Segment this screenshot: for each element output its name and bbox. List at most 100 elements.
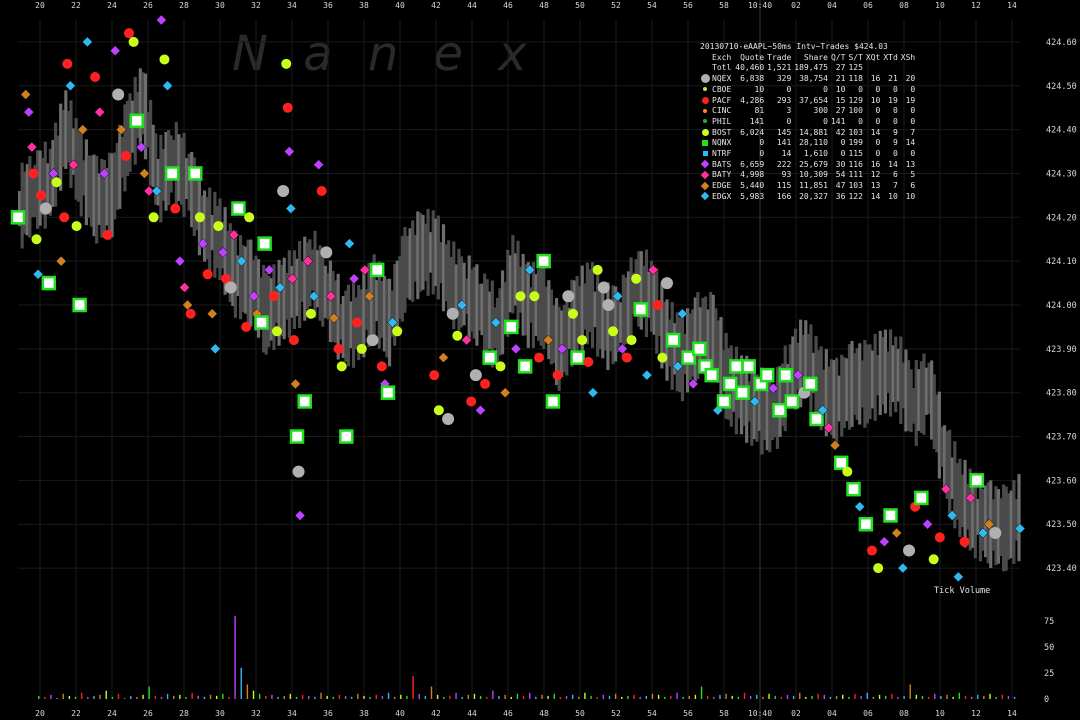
volume-bar (228, 696, 230, 699)
trade-marker-nqnx (969, 473, 985, 488)
volume-bar (731, 695, 733, 699)
legend-cell-exch: PACF (712, 95, 732, 105)
legend-column-header: Quote (740, 52, 765, 62)
x-tick-label-bottom: 32 (251, 709, 261, 718)
legend-cell-xsh: 13 (905, 159, 916, 169)
x-tick-label-top: 10:40 (748, 1, 772, 10)
legend-cell-exch: BOST (712, 127, 732, 137)
legend-cell-exch: BATY (712, 170, 732, 180)
legend-marker (700, 74, 712, 85)
volume-bar (326, 695, 328, 699)
volume-bar (756, 694, 758, 699)
legend-row-phil: PHIL 141 0 0 141 0 0 0 0 (700, 117, 918, 128)
legend-cell-quote: 4,998 (740, 170, 765, 180)
volume-bar (792, 695, 795, 699)
trade-marker-edge (20, 89, 32, 100)
volume-bar (590, 695, 592, 699)
volume-bar (271, 694, 273, 699)
trade-marker-bost (71, 221, 82, 232)
trade-marker-pacf (316, 186, 327, 196)
legend-table: Exch Quote Trade Share Q/T S/T XQt XTd XSh Totl 4… (700, 53, 918, 203)
trade-marker-bats (878, 536, 890, 548)
volume-bar (805, 696, 807, 699)
x-tick-label-top: 48 (539, 1, 549, 10)
trade-marker-pacf (376, 361, 387, 372)
trade-marker-bost (608, 326, 619, 337)
volume-bar (1001, 694, 1003, 699)
legend-marker-dot-icon (703, 87, 707, 92)
trade-marker-nqnx (784, 394, 800, 409)
trade-marker-nqex (39, 202, 52, 215)
legend-row-edge: EDGE 5,440 115 11,851 47 103 13 7 6 (700, 181, 918, 192)
legend-marker-diamond-icon (700, 192, 710, 201)
trade-marker-pacf (621, 352, 632, 363)
trade-marker-nqnx (722, 376, 738, 392)
volume-bar (774, 695, 776, 699)
volume-bar (498, 695, 500, 699)
tick-volume-bars (38, 615, 1016, 699)
legend-cell-xqt: 0 (875, 138, 881, 148)
volume-tick-label: 25 (1044, 669, 1054, 679)
legend-cell-qt: 0 (840, 138, 846, 148)
volume-bar (602, 694, 605, 699)
x-tick-label-top: 42 (431, 1, 441, 10)
volume-bar (369, 696, 371, 699)
volume-bar (418, 693, 420, 699)
legend-marker (700, 96, 712, 107)
trade-marker-pacf (652, 300, 663, 310)
trade-marker-edgx (897, 562, 909, 574)
trade-marker-edge (438, 352, 449, 363)
legend-cell-exch: PHIL (712, 116, 732, 126)
trade-marker-nqnx (536, 253, 551, 269)
legend-cell-xsh: 5 (910, 170, 916, 180)
trade-marker-bost (452, 330, 463, 341)
volume-bar (719, 694, 721, 699)
trade-marker-bats (313, 159, 324, 171)
x-tick-label-bottom: 10:40 (748, 709, 772, 718)
trade-marker-bost (577, 335, 588, 346)
legend-marker-square-small-icon (702, 151, 708, 157)
x-tick-label-bottom: 36 (323, 709, 333, 718)
trade-marker-nqnx (778, 367, 793, 383)
volume-bar (283, 695, 285, 699)
volume-bar (301, 694, 304, 699)
trade-marker-nqnx (289, 429, 305, 444)
legend-marker (700, 192, 712, 203)
trade-marker-nqnx (10, 210, 26, 225)
trade-marker-nqex (224, 281, 237, 294)
legend-cell-qt: 27 (835, 106, 846, 116)
legend-cell-xqt: 0 (875, 84, 881, 94)
trade-marker-edgx (285, 203, 297, 214)
trade-marker-pacf (185, 308, 196, 319)
trade-marker-bost (356, 343, 367, 354)
legend-marker (700, 170, 712, 181)
volume-bar (713, 696, 715, 699)
legend-cell-qt: 30 (835, 159, 846, 169)
legend-column-header: S/T (848, 52, 863, 62)
trade-marker-nqnx (914, 490, 929, 506)
volume-bar (927, 696, 930, 699)
x-tick-label-top: 34 (287, 1, 297, 10)
legend-cell-qt: 0 (840, 149, 846, 159)
x-tick-label-top: 26 (143, 1, 153, 10)
trade-marker-nqnx (380, 385, 396, 400)
volume-bar (921, 695, 924, 699)
volume-bar (608, 695, 611, 699)
legend-cell-exch: NQEX (712, 74, 732, 84)
legend-cell-share: 11,851 (799, 181, 828, 191)
legend-cell-quote: 6,659 (740, 159, 765, 169)
trade-marker-pacf (867, 545, 878, 556)
volume-bar (872, 696, 875, 699)
trade-marker-nqex (112, 88, 125, 101)
legend-column-header: XSh (900, 52, 916, 62)
volume-bar (664, 696, 666, 699)
legend-cell-trade: 115 (776, 181, 792, 191)
x-tick-label-top: 04 (827, 1, 837, 10)
trade-marker-nqnx (809, 411, 824, 427)
legend-cell-xsh: 0 (910, 106, 916, 116)
legend-cell-xtd: 9 (892, 138, 898, 148)
trade-marker-nqex (277, 185, 290, 197)
trade-marker-nqex (446, 307, 459, 320)
trade-marker-bost (31, 234, 42, 245)
trade-marker-baty (179, 282, 190, 293)
